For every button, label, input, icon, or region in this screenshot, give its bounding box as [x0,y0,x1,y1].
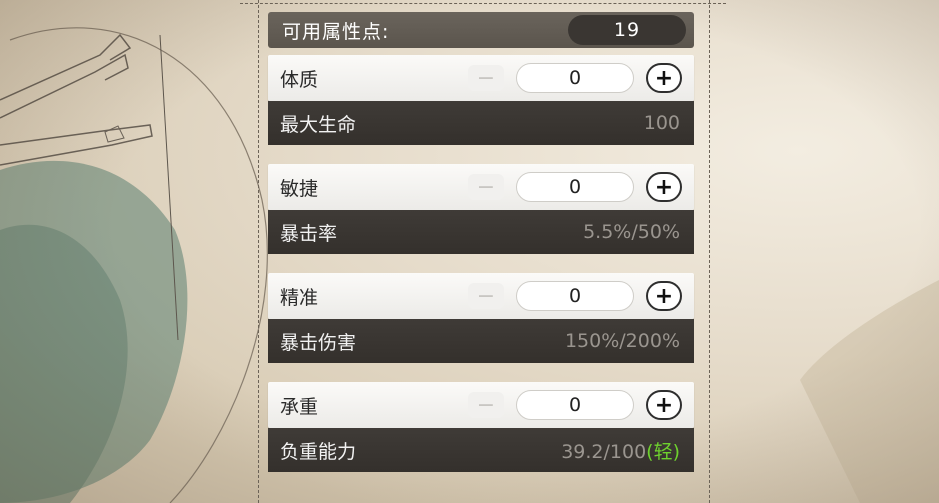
decrease-button[interactable]: − [468,65,504,91]
increase-button[interactable]: + [646,63,682,93]
attribute-block-constitution: 体质 − 0 + 最大生命 100 [268,55,694,145]
increase-button[interactable]: + [646,172,682,202]
derived-stat-row: 负重能力 39.2/100(轻) [268,428,694,472]
attribute-value-field[interactable]: 0 [516,63,634,93]
attribute-panel: 可用属性点: 19 体质 − 0 + 最大生命 100 敏捷 − 0 + 暴击率… [268,12,694,472]
attribute-block-precision: 精准 − 0 + 暴击伤害 150%/200% [268,273,694,363]
derived-stat-name: 最大生命 [280,113,357,136]
derived-stat-value: 100 [643,112,680,134]
light-load-tag: (轻) [646,440,680,463]
attribute-row: 承重 − 0 + [268,382,694,428]
attribute-block-agility: 敏捷 − 0 + 暴击率 5.5%/50% [268,164,694,254]
attribute-row: 体质 − 0 + [268,55,694,101]
derived-stat-row: 最大生命 100 [268,101,694,145]
attribute-name: 承重 [280,395,319,418]
attribute-row: 精准 − 0 + [268,273,694,319]
decrease-button[interactable]: − [468,283,504,309]
attribute-row: 敏捷 − 0 + [268,164,694,210]
attribute-value-field[interactable]: 0 [516,172,634,202]
available-points-value: 19 [568,15,686,45]
derived-stat-value: 150%/200% [564,330,680,352]
derived-stat-row: 暴击率 5.5%/50% [268,210,694,254]
attribute-name: 敏捷 [280,177,319,200]
attribute-block-carry: 承重 − 0 + 负重能力 39.2/100(轻) [268,382,694,472]
attribute-value-field[interactable]: 0 [516,390,634,420]
decrease-button[interactable]: − [468,174,504,200]
attribute-value-field[interactable]: 0 [516,281,634,311]
derived-stat-value: 5.5%/50% [583,221,680,243]
derived-stat-name: 负重能力 [280,440,357,463]
derived-stat-name: 暴击率 [280,222,338,245]
decrease-button[interactable]: − [468,392,504,418]
derived-stat-name: 暴击伤害 [280,331,357,354]
available-points-bar: 可用属性点: 19 [268,12,694,48]
attribute-name: 体质 [280,68,319,91]
available-points-label: 可用属性点: [282,20,390,43]
attribute-name: 精准 [280,286,319,309]
derived-stat-row: 暴击伤害 150%/200% [268,319,694,363]
derived-stat-value: 39.2/100(轻) [561,440,680,463]
increase-button[interactable]: + [646,390,682,420]
increase-button[interactable]: + [646,281,682,311]
